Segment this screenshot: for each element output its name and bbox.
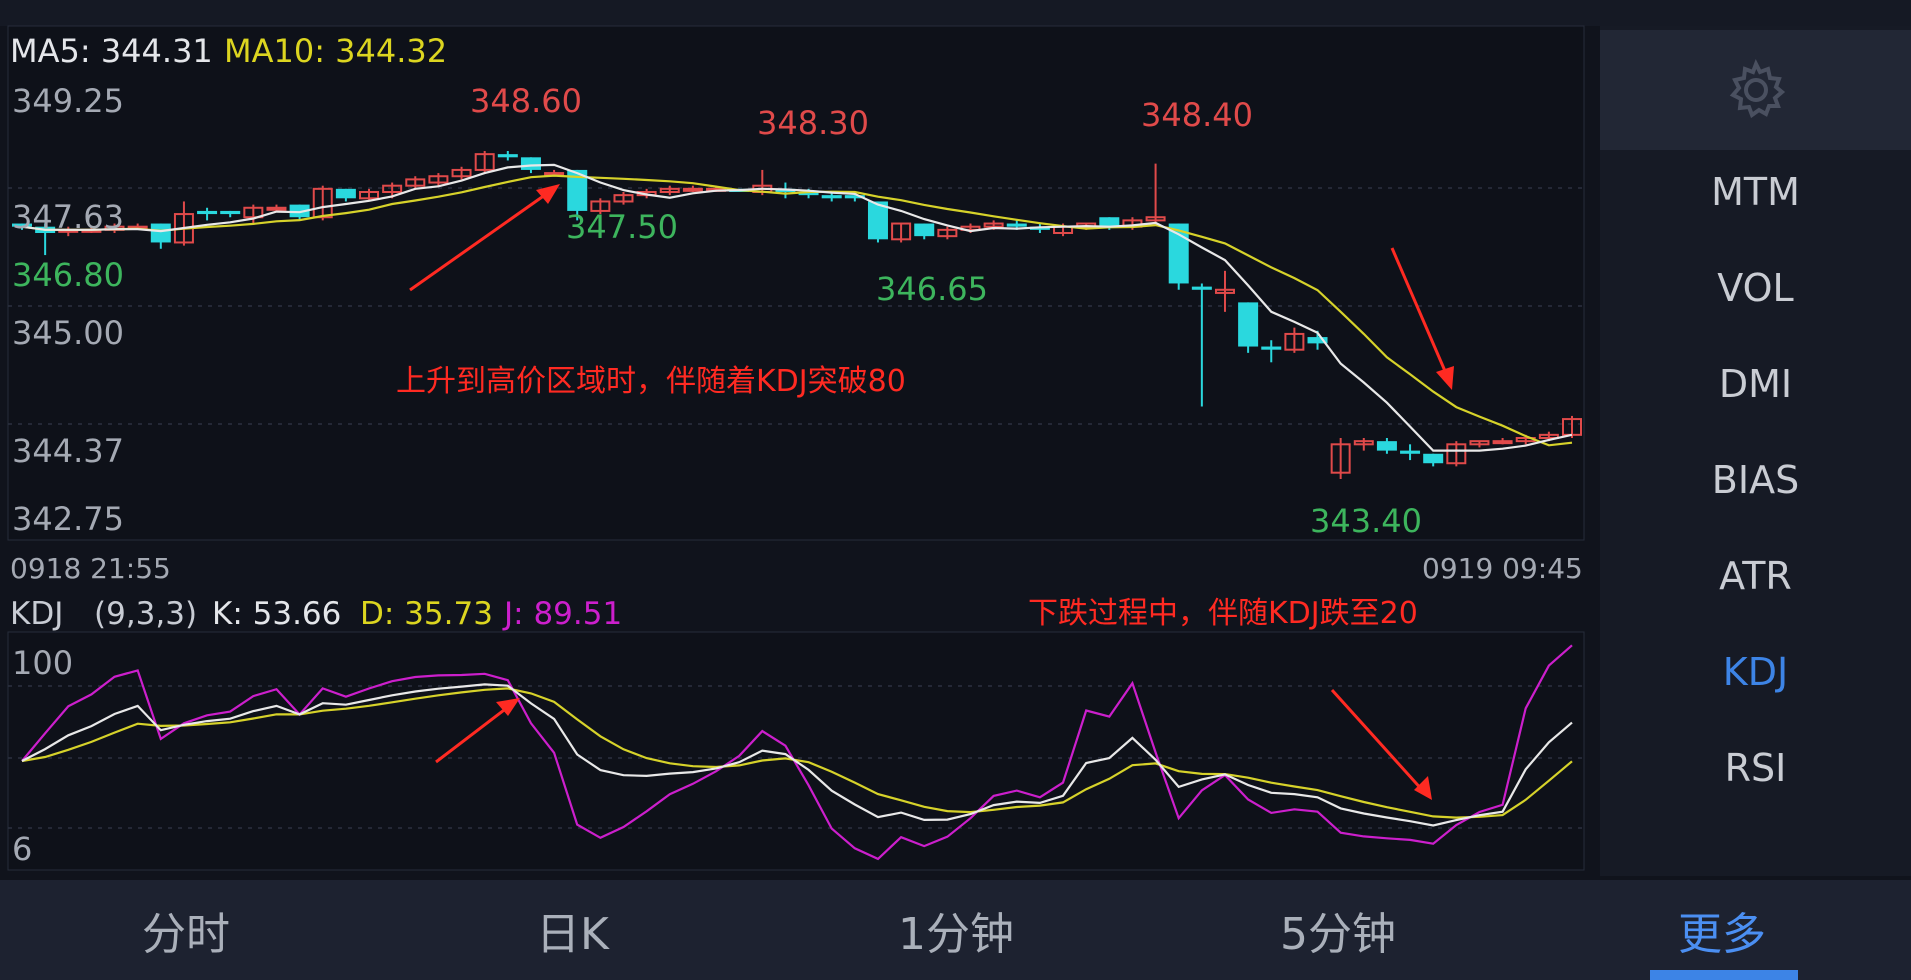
time-start: 0918 21:55 xyxy=(10,552,171,585)
candle-body xyxy=(497,154,518,158)
ma10-label: MA10: 344.32 xyxy=(224,32,448,70)
candle-body xyxy=(1492,440,1513,445)
tab-more[interactable]: 更多 xyxy=(1678,898,1766,962)
tab-daily-k[interactable]: 日K xyxy=(536,898,609,962)
fall-annotation: 下跌过程中，伴随KDJ跌至20 xyxy=(1028,596,1418,631)
indicator-vol[interactable]: VOL xyxy=(1600,266,1911,310)
candle-body xyxy=(1191,286,1212,290)
low-label: 343.40 xyxy=(1310,502,1422,540)
high-label: 348.40 xyxy=(1141,96,1253,134)
time-end: 0919 09:45 xyxy=(1422,552,1583,585)
kdj-axis-bottom: 6 xyxy=(12,830,33,868)
price-tick: 346.80 xyxy=(12,256,124,294)
kdj-params: (9,3,3) xyxy=(94,596,198,632)
kdj-d-value: D: 35.73 xyxy=(360,596,493,632)
indicator-bias[interactable]: BIAS xyxy=(1600,458,1911,502)
active-tab-indicator xyxy=(1650,970,1798,980)
candle-body xyxy=(1423,453,1444,464)
candle-body xyxy=(266,206,287,211)
candle-body xyxy=(914,223,935,237)
candle-body xyxy=(1238,302,1259,347)
high-label: 348.60 xyxy=(470,82,582,120)
kdj-axis-top: 100 xyxy=(12,644,74,682)
price-tick: 342.75 xyxy=(12,500,124,538)
low-label: 346.65 xyxy=(876,270,988,308)
gear-icon xyxy=(1729,59,1785,119)
candle-body xyxy=(197,210,218,215)
indicator-rsi[interactable]: RSI xyxy=(1600,746,1911,790)
low-label: 347.50 xyxy=(566,208,678,246)
indicator-dmi[interactable]: DMI xyxy=(1600,362,1911,406)
tab-5min[interactable]: 5分钟 xyxy=(1280,898,1396,962)
candle-body xyxy=(220,210,241,215)
high-label: 348.30 xyxy=(757,104,869,142)
candle-body xyxy=(1400,450,1421,454)
candle-body xyxy=(1261,346,1282,350)
price-tick: 347.63 xyxy=(12,198,124,236)
rise-annotation: 上升到高价区域时，伴随着KDJ突破80 xyxy=(396,364,906,399)
indicator-mtm[interactable]: MTM xyxy=(1600,170,1911,214)
kdj-k-value: K: 53.66 xyxy=(212,596,342,632)
candle-body xyxy=(1006,223,1027,227)
price-tick: 344.37 xyxy=(12,432,124,470)
tab-timeshare[interactable]: 分时 xyxy=(142,898,230,962)
ma5-label: MA5: 344.31 xyxy=(10,32,213,70)
kdj-name: KDJ xyxy=(10,596,64,632)
candle-body xyxy=(821,195,842,199)
indicator-atr[interactable]: ATR xyxy=(1600,554,1911,598)
tab-1min[interactable]: 1分钟 xyxy=(898,898,1014,962)
candle-body xyxy=(1376,441,1397,451)
settings-button[interactable] xyxy=(1600,30,1911,150)
kdj-j-value: J: 89.51 xyxy=(504,596,623,632)
price-tick: 345.00 xyxy=(12,314,124,352)
candle-body xyxy=(150,223,171,243)
candle-body xyxy=(520,157,541,170)
candle-body xyxy=(682,187,703,192)
candle-body xyxy=(335,188,356,199)
price-tick: 349.25 xyxy=(12,82,124,120)
indicator-kdj[interactable]: KDJ xyxy=(1600,650,1911,694)
